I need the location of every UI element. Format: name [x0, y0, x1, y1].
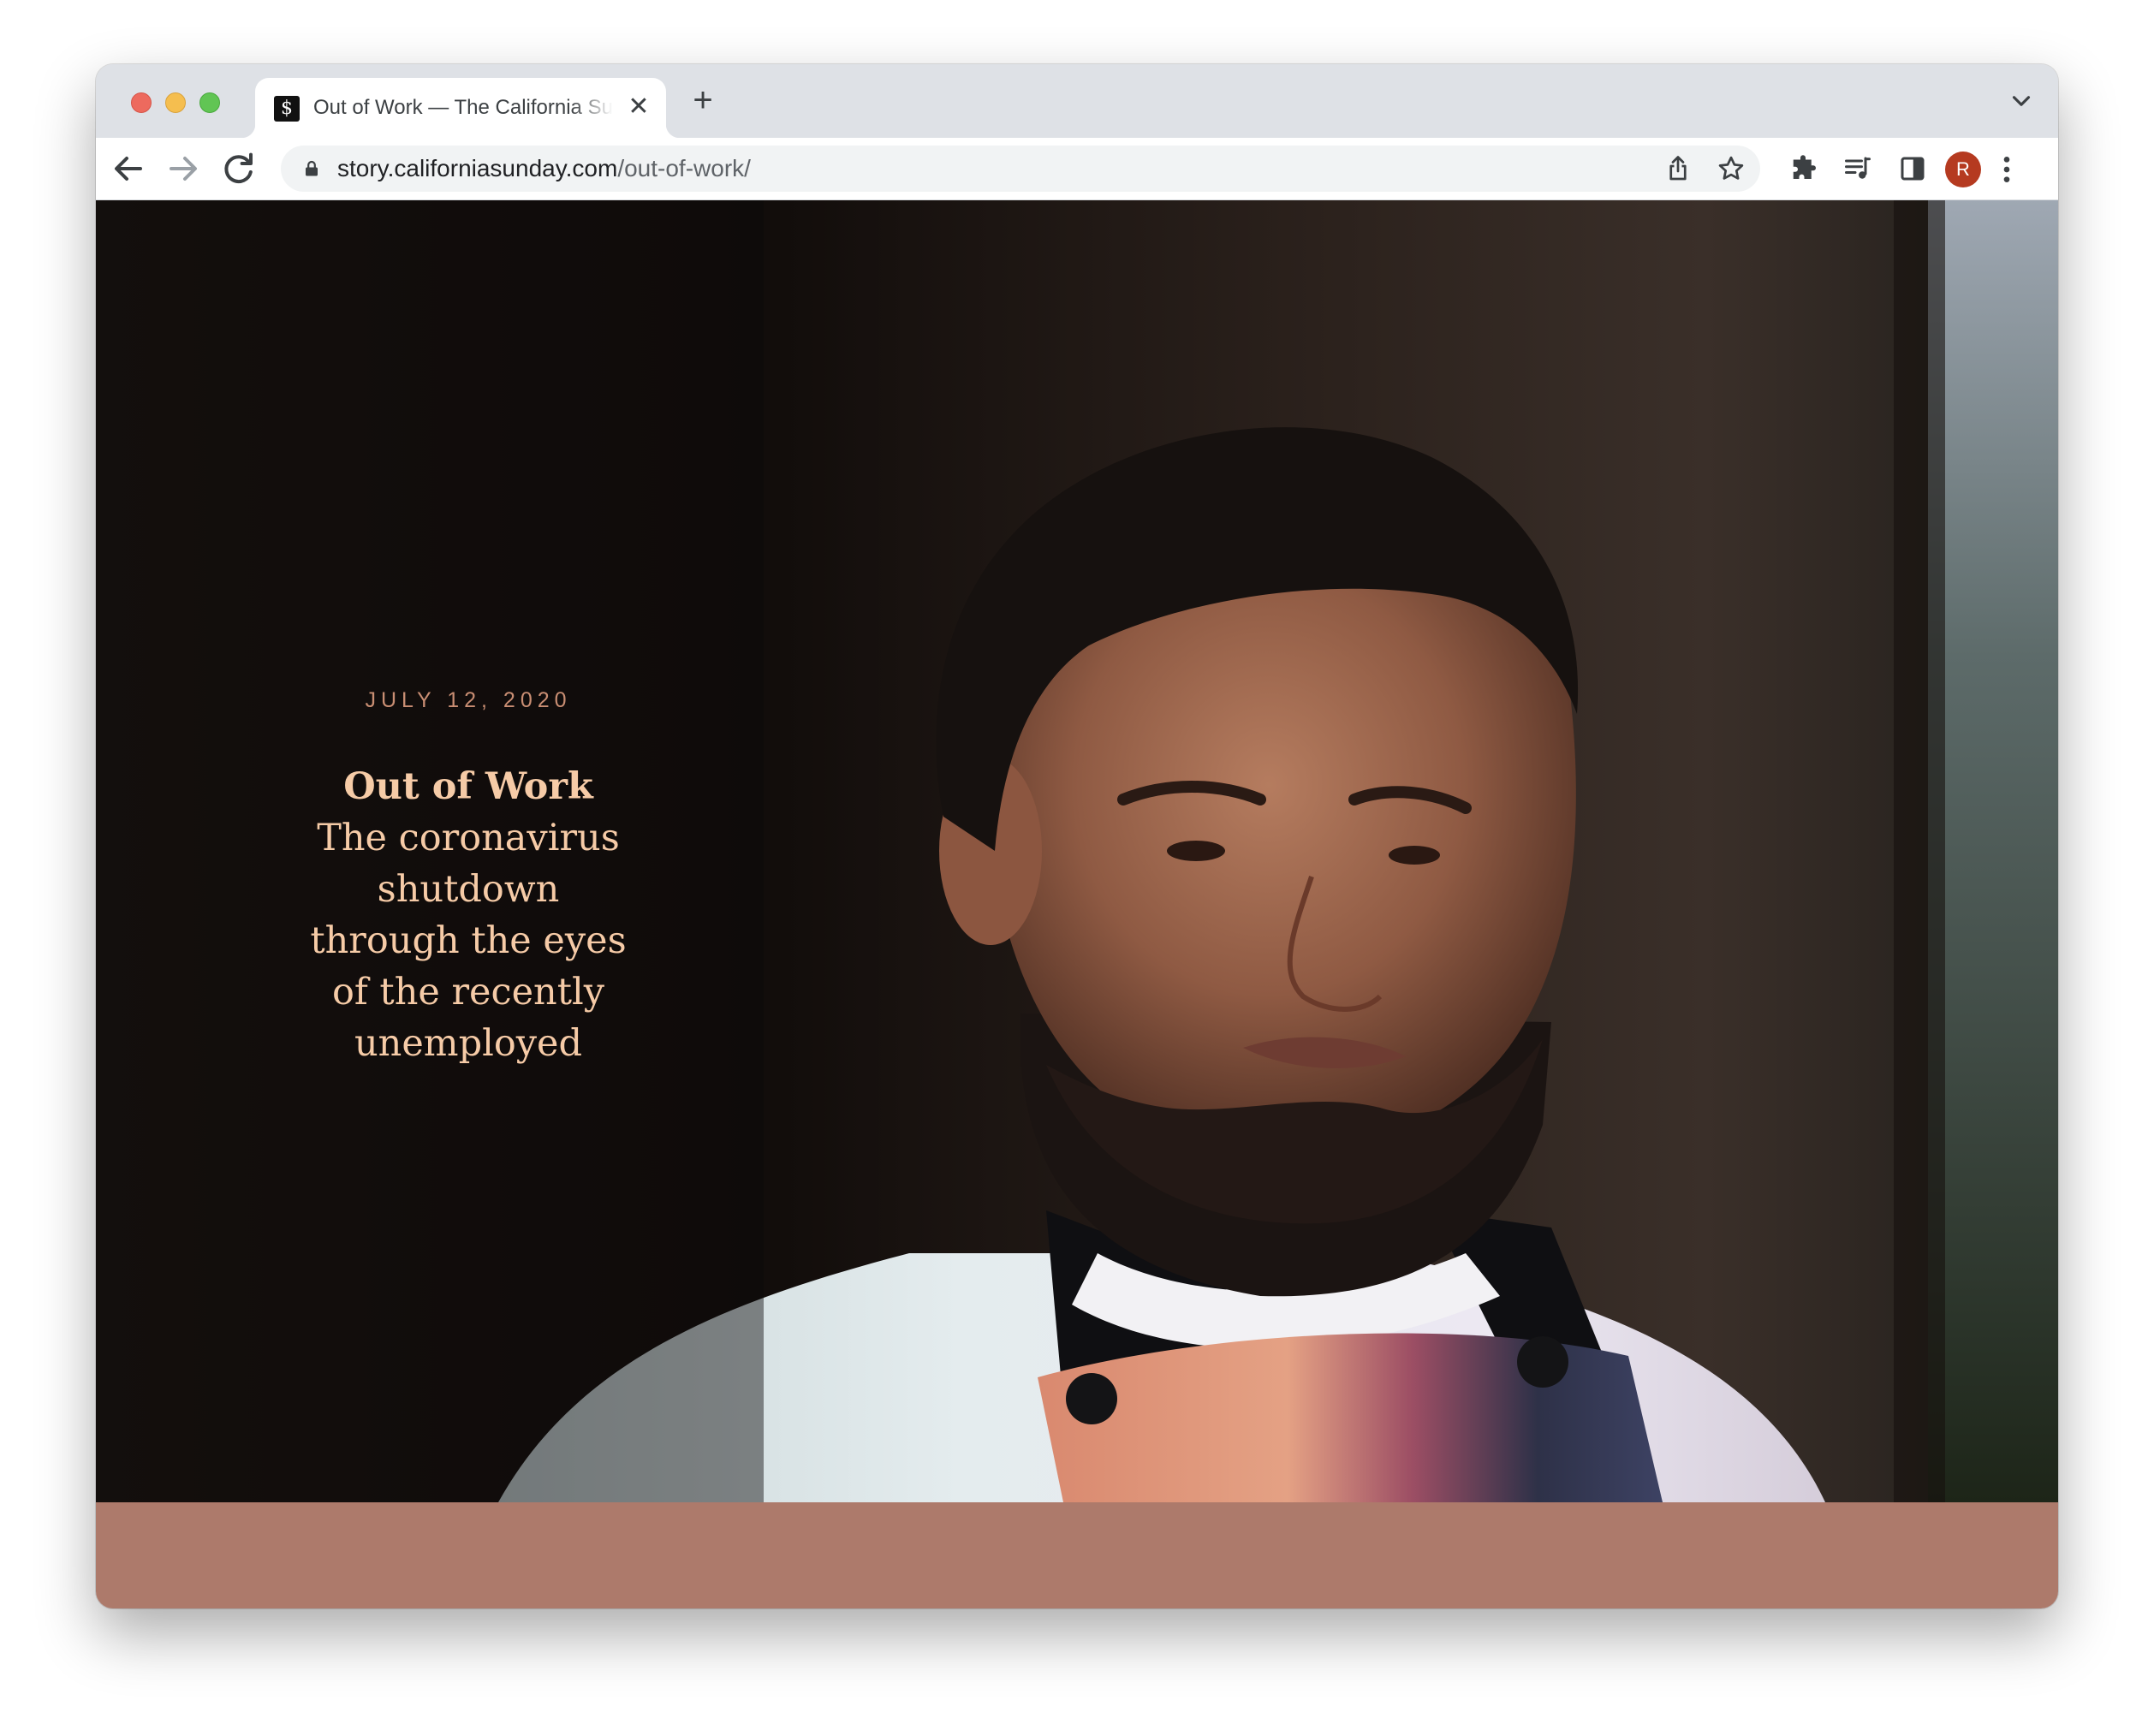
hero-photo: JULY 12, 2020 Out of Work The coronaviru…: [96, 200, 2058, 1502]
zoom-window-button[interactable]: [199, 92, 220, 113]
browser-window: $ Out of Work — The California Sunday Ma…: [96, 64, 2058, 1608]
arrow-left-icon[interactable]: [108, 148, 149, 189]
address-bar[interactable]: story.californiasunday.com/out-of-work/: [281, 146, 1760, 192]
tab-title: Out of Work — The California Sunday Maga…: [313, 96, 613, 119]
share-icon[interactable]: [1663, 153, 1693, 184]
article-header: JULY 12, 2020 Out of Work The coronaviru…: [310, 688, 627, 1069]
minimize-window-button[interactable]: [165, 92, 186, 113]
close-window-button[interactable]: [131, 92, 152, 113]
tab-active[interactable]: $ Out of Work — The California Sunday Ma…: [241, 78, 680, 138]
lock-icon[interactable]: [301, 158, 322, 179]
arrow-right-icon[interactable]: [163, 148, 204, 189]
tab-strip: $ Out of Work — The California Sunday Ma…: [96, 64, 2058, 138]
chevron-down-icon[interactable]: [2007, 86, 2036, 116]
puzzle-icon[interactable]: [1788, 153, 1818, 184]
tab-close-icon[interactable]: ✕: [623, 92, 654, 122]
profile-avatar[interactable]: R: [1945, 152, 1981, 187]
article-title: Out of Work: [343, 765, 593, 808]
star-icon[interactable]: [1716, 153, 1746, 184]
toolbar: story.californiasunday.com/out-of-work/ …: [96, 138, 2058, 200]
publish-date: JULY 12, 2020: [365, 688, 572, 712]
site-favicon-icon: $: [274, 96, 300, 122]
reload-icon[interactable]: [217, 148, 259, 189]
media-queue-icon[interactable]: [1842, 153, 1873, 184]
url-text[interactable]: story.californiasunday.com/out-of-work/: [337, 153, 751, 184]
new-tab-button[interactable]: +: [685, 83, 721, 119]
article-dek: The coronavirus shutdown through the eye…: [310, 817, 627, 1065]
side-panel-icon[interactable]: [1897, 153, 1928, 184]
page-content: JULY 12, 2020 Out of Work The coronaviru…: [96, 200, 2058, 1608]
url-host: story.californiasunday.com: [337, 155, 618, 181]
kebab-menu-icon[interactable]: [1990, 152, 2024, 187]
url-path: /out-of-work/: [617, 155, 751, 181]
